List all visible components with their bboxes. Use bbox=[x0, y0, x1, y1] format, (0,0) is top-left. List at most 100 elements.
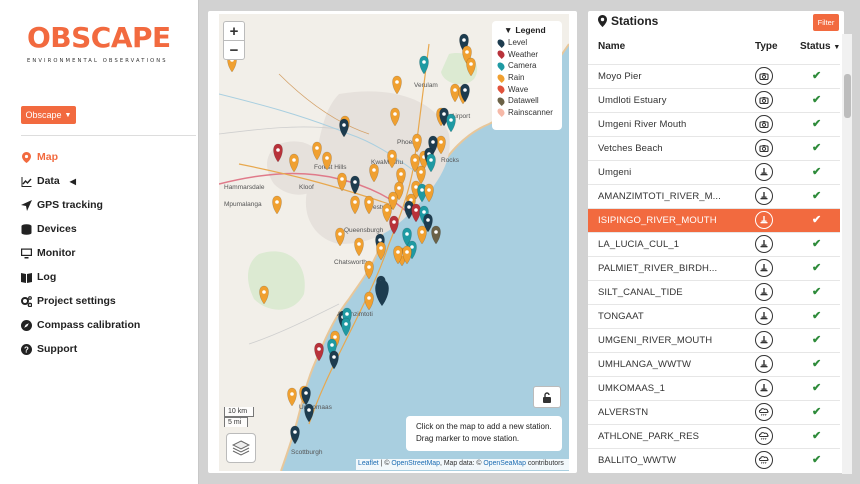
station-row[interactable]: Umdloti Estuary ✔ bbox=[588, 88, 840, 112]
marker-dot bbox=[422, 210, 426, 214]
legend-label: Level bbox=[508, 38, 528, 48]
station-row[interactable]: PALMIET_RIVER_BIRDH... ✔ bbox=[588, 256, 840, 280]
selected-station-marker[interactable] bbox=[375, 280, 389, 306]
stations-scroll-thumb[interactable] bbox=[844, 74, 851, 118]
station-name: ATHLONE_PARK_RES bbox=[598, 431, 700, 442]
marker-dot bbox=[449, 118, 453, 122]
legend-label: Rain bbox=[508, 73, 525, 83]
station-marker-rain[interactable] bbox=[424, 183, 434, 203]
station-row[interactable]: ISIPINGO_RIVER_MOUTH ✔ bbox=[588, 208, 840, 232]
marker-dot bbox=[439, 140, 443, 144]
marker-dot bbox=[353, 180, 357, 184]
layers-button[interactable] bbox=[226, 433, 256, 463]
place-label: Chatsworth bbox=[334, 259, 367, 266]
zoom-out-button[interactable]: − bbox=[223, 40, 245, 60]
station-row[interactable]: Umgeni River Mouth ✔ bbox=[588, 112, 840, 136]
caret-left-icon: ◀ bbox=[69, 176, 76, 186]
marker-dot bbox=[399, 172, 403, 176]
nav-item-project-settings[interactable]: Project settings bbox=[21, 292, 116, 310]
status-ok-icon: ✔ bbox=[812, 214, 822, 226]
legend-label: Wave bbox=[508, 84, 529, 94]
station-marker-weather[interactable] bbox=[411, 203, 421, 223]
marker-dot bbox=[415, 138, 419, 142]
station-row[interactable]: LA_LUCIA_CUL_1 ✔ bbox=[588, 232, 840, 256]
station-row[interactable]: AMANZIMTOTI_RIVER_M... ✔ bbox=[588, 184, 840, 208]
station-marker-rain[interactable] bbox=[417, 225, 427, 245]
zoom-in-button[interactable]: + bbox=[223, 21, 245, 41]
marker-dot bbox=[393, 112, 397, 116]
station-marker-rain[interactable] bbox=[364, 291, 374, 311]
marker-dot bbox=[275, 200, 279, 204]
nav-item-label: Monitor bbox=[37, 247, 76, 259]
station-row[interactable]: Vetches Beach ✔ bbox=[588, 136, 840, 160]
station-marker-datawell[interactable] bbox=[431, 225, 441, 245]
status-ok-icon: ✔ bbox=[812, 166, 822, 178]
legend-label: Datawell bbox=[508, 96, 539, 106]
openseamap-link[interactable]: OpenSeaMap bbox=[483, 460, 526, 467]
nav-item-compass-calibration[interactable]: Compass calibration bbox=[21, 316, 140, 334]
column-header-name[interactable]: Name bbox=[598, 41, 625, 52]
place-label: Kloof bbox=[299, 184, 314, 191]
marker-dot bbox=[345, 312, 349, 316]
nav-item-monitor[interactable]: Monitor bbox=[21, 244, 76, 262]
marker-dot bbox=[426, 218, 430, 222]
station-row[interactable]: SILT_CANAL_TIDE ✔ bbox=[588, 280, 840, 304]
camera-type-icon bbox=[755, 67, 773, 85]
marker-pin-icon bbox=[496, 107, 506, 118]
map-marker-icon bbox=[22, 151, 31, 163]
station-row[interactable]: Moyo Pier ✔ bbox=[588, 64, 840, 88]
nav-item-support[interactable]: ? Support bbox=[21, 340, 77, 358]
station-row[interactable]: Umgeni ✔ bbox=[588, 160, 840, 184]
legend-title[interactable]: ▼ Legend bbox=[504, 25, 556, 35]
nav-item-log[interactable]: Log bbox=[21, 268, 56, 286]
organization-dropdown[interactable]: Obscape ▼ bbox=[21, 106, 76, 124]
marker-dot bbox=[293, 430, 297, 434]
osm-link[interactable]: OpenStreetMap bbox=[391, 460, 440, 467]
station-row[interactable]: UMGENI_RIVER_MOUTH ✔ bbox=[588, 328, 840, 352]
marker-dot bbox=[420, 230, 424, 234]
camera-type-icon bbox=[755, 139, 773, 157]
place-label: Forest Hills bbox=[314, 164, 347, 171]
station-name: Umdloti Estuary bbox=[598, 95, 667, 106]
station-row[interactable]: ALVERSTN ✔ bbox=[588, 400, 840, 424]
hint-line-2: Drag marker to move station. bbox=[416, 433, 520, 443]
marker-dot bbox=[344, 322, 348, 326]
column-header-status[interactable]: Status ▼ bbox=[800, 41, 840, 52]
nav-item-map[interactable]: Map bbox=[21, 148, 58, 166]
monitor-icon bbox=[21, 248, 32, 258]
place-label: Hammarsdale bbox=[224, 184, 265, 191]
nav-item-label: Devices bbox=[37, 223, 77, 235]
svg-text:?: ? bbox=[24, 345, 29, 354]
leaflet-link[interactable]: Leaflet bbox=[358, 460, 379, 467]
marker-dot bbox=[342, 123, 346, 127]
lock-button[interactable] bbox=[533, 386, 561, 408]
station-marker-weather[interactable] bbox=[389, 215, 399, 235]
station-marker-level[interactable] bbox=[329, 350, 339, 370]
marker-dot bbox=[307, 408, 311, 412]
marker-pin-icon bbox=[496, 72, 506, 83]
station-row[interactable]: UMKOMAAS_1 ✔ bbox=[588, 376, 840, 400]
filter-button[interactable]: Filter bbox=[813, 14, 839, 31]
marker-dot bbox=[330, 343, 334, 347]
station-marker-level[interactable] bbox=[304, 403, 314, 423]
obscape-logo[interactable]: OBSCAPE ENVIRONMENTAL OBSERVATIONS bbox=[27, 22, 177, 72]
rain-type-icon bbox=[755, 427, 773, 445]
column-header-type[interactable]: Type bbox=[755, 41, 778, 52]
nav-item-data[interactable]: Data ◀ bbox=[21, 172, 76, 190]
station-name: ISIPINGO_RIVER_MOUTH bbox=[598, 215, 717, 226]
station-marker-rain[interactable] bbox=[364, 260, 374, 280]
marker-dot bbox=[378, 238, 382, 242]
nav-item-gps-tracking[interactable]: GPS tracking bbox=[21, 196, 103, 214]
legend-item: Datawell bbox=[496, 95, 556, 107]
station-row[interactable]: TONGAAT ✔ bbox=[588, 304, 840, 328]
station-row[interactable]: ATHLONE_PARK_RES ✔ bbox=[588, 424, 840, 448]
marker-dot bbox=[469, 62, 473, 66]
station-row[interactable]: BALLITO_WWTW ✔ bbox=[588, 448, 840, 472]
scale-km: 10 km bbox=[224, 407, 254, 417]
station-name: Moyo Pier bbox=[598, 71, 642, 82]
nav-item-devices[interactable]: Devices bbox=[21, 220, 77, 238]
station-name: BALLITO_WWTW bbox=[598, 455, 677, 466]
camera-type-icon bbox=[755, 115, 773, 133]
station-row[interactable]: UMHLANGA_WWTW ✔ bbox=[588, 352, 840, 376]
place-label: Mpumalanga bbox=[224, 201, 262, 208]
